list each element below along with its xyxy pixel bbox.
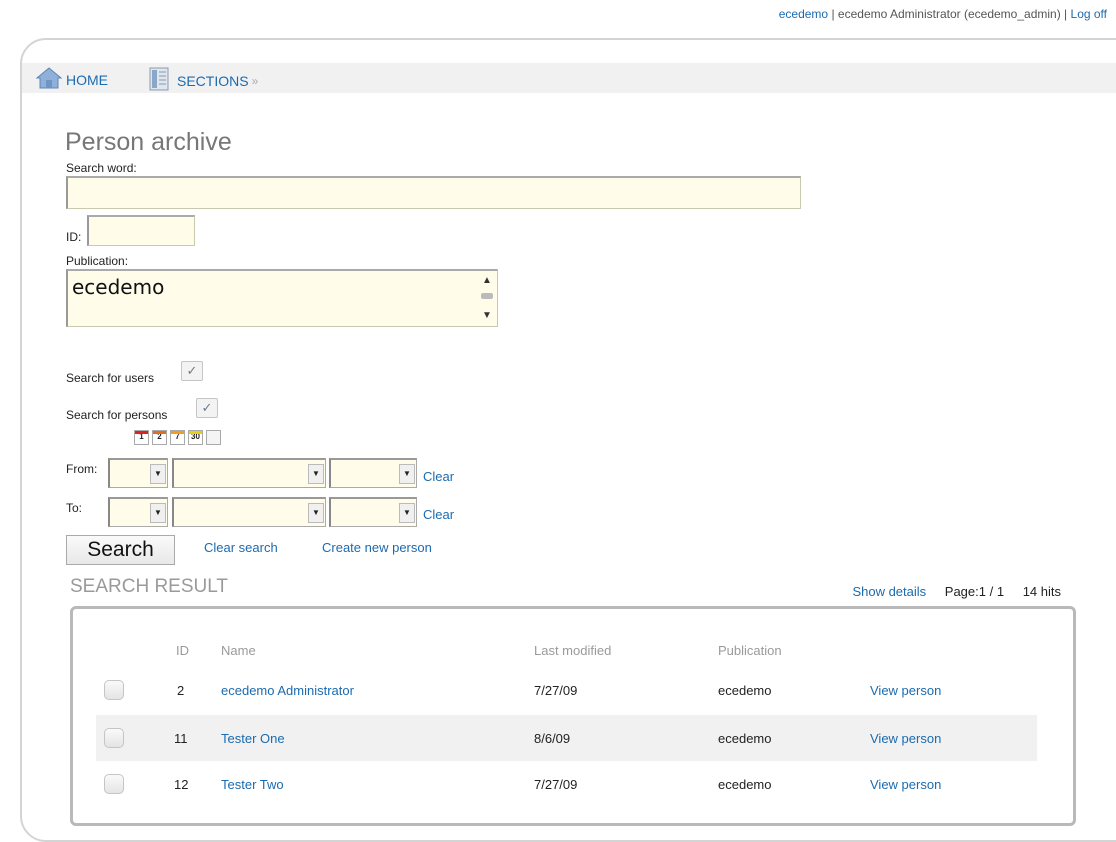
user-link[interactable]: ecedemo [779, 7, 828, 21]
clear-search-link[interactable]: Clear search [204, 540, 278, 555]
nav-sections-chevron: » [251, 74, 259, 88]
row-publication: ecedemo [718, 731, 772, 746]
search-word-label: Search word: [66, 161, 137, 175]
column-header-last-modified: Last modified [534, 643, 612, 658]
page-title: Person archive [65, 128, 232, 156]
calendar-custom-icon[interactable] [206, 430, 221, 445]
view-person-link[interactable]: View person [870, 683, 941, 698]
from-year-select[interactable]: ▼ [329, 458, 417, 488]
calendar-2-days-icon[interactable]: 2 [152, 430, 167, 445]
search-persons-checkbox[interactable]: ✓ [196, 398, 218, 418]
from-month-select[interactable]: ▼ [172, 458, 326, 488]
row-checkbox[interactable] [104, 728, 124, 748]
to-month-select[interactable]: ▼ [172, 497, 326, 527]
row-last-modified: 8/6/09 [534, 731, 571, 746]
chevron-up-icon[interactable]: ▲ [482, 276, 492, 286]
to-day-select[interactable]: ▼ [108, 497, 168, 527]
from-label: From: [66, 462, 98, 476]
row-id: 12 [174, 777, 189, 792]
row-last-modified: 7/27/09 [534, 683, 578, 698]
column-header-publication: Publication [718, 643, 782, 658]
column-header-id: ID [176, 643, 189, 658]
search-persons-label: Search for persons [66, 408, 168, 422]
calendar-7-days-icon[interactable]: 7 [170, 430, 185, 445]
publication-listbox[interactable]: ecedemo ▲ ▼ [66, 269, 498, 327]
search-users-label: Search for users [66, 371, 155, 385]
table-row: 11 Tester One 8/6/09 ecedemo View person [96, 715, 1037, 761]
row-id: 2 [177, 683, 185, 698]
from-day-select[interactable]: ▼ [108, 458, 168, 488]
dropdown-arrow-icon: ▼ [399, 503, 415, 523]
dropdown-arrow-icon: ▼ [308, 464, 324, 484]
search-users-checkbox[interactable]: ✓ [181, 361, 203, 381]
create-new-person-link[interactable]: Create new person [322, 540, 432, 555]
date-shortcuts: 1 2 7 30 [134, 430, 221, 445]
home-icon [36, 67, 62, 89]
nav-sections-label: SECTIONS [177, 73, 249, 89]
separator: | [1064, 7, 1068, 21]
scroll-thumb[interactable] [481, 293, 493, 299]
chevron-down-icon[interactable]: ▼ [482, 311, 492, 321]
to-clear-link[interactable]: Clear [423, 507, 454, 522]
table-row: 2 ecedemo Administrator 7/27/09 ecedemo … [96, 667, 1037, 713]
calendar-1-day-icon[interactable]: 1 [134, 430, 149, 445]
separator: | [831, 7, 835, 21]
row-checkbox[interactable] [104, 774, 124, 794]
nav-bar: HOME SECTIONS » [22, 63, 1116, 93]
check-icon: ✓ [201, 400, 213, 415]
search-result-title: SEARCH RESULT [70, 576, 229, 597]
logoff-link[interactable]: Log off [1071, 7, 1107, 21]
id-label: ID: [66, 230, 82, 244]
row-publication: ecedemo [718, 683, 772, 698]
row-last-modified: 7/27/09 [534, 777, 578, 792]
publication-scrollbar[interactable]: ▲ ▼ [479, 273, 495, 325]
calendar-30-days-icon[interactable]: 30 [188, 430, 203, 445]
row-name-link[interactable]: Tester Two [221, 777, 284, 792]
nav-home[interactable]: HOME [36, 67, 108, 91]
row-id: 11 [174, 731, 188, 746]
hits-count: 14 hits [1022, 584, 1061, 599]
page-info: Page:1 / 1 [944, 584, 1005, 599]
dropdown-arrow-icon: ▼ [308, 503, 324, 523]
nav-home-label: HOME [66, 72, 108, 88]
search-button[interactable]: Search [66, 535, 175, 565]
sections-icon [149, 67, 169, 91]
user-bar: ecedemo | ecedemo Administrator (ecedemo… [779, 7, 1107, 21]
row-checkbox[interactable] [104, 680, 124, 700]
check-icon: ✓ [186, 363, 198, 378]
view-person-link[interactable]: View person [870, 777, 941, 792]
result-meta: Show details Page:1 / 1 14 hits [852, 584, 1061, 599]
dropdown-arrow-icon: ▼ [399, 464, 415, 484]
dropdown-arrow-icon: ▼ [150, 503, 166, 523]
to-year-select[interactable]: ▼ [329, 497, 417, 527]
column-header-name: Name [221, 643, 256, 658]
publication-label: Publication: [66, 254, 129, 268]
user-full-name: ecedemo Administrator (ecedemo_admin) [837, 7, 1061, 21]
row-publication: ecedemo [718, 777, 772, 792]
view-person-link[interactable]: View person [870, 731, 941, 746]
row-name-link[interactable]: Tester One [221, 731, 285, 746]
search-word-input[interactable] [66, 176, 801, 209]
from-clear-link[interactable]: Clear [423, 469, 454, 484]
show-details-link[interactable]: Show details [852, 584, 926, 599]
to-label: To: [66, 501, 83, 515]
nav-sections[interactable]: SECTIONS » [149, 67, 259, 93]
publication-option-selected[interactable]: ecedemo [72, 275, 164, 299]
dropdown-arrow-icon: ▼ [150, 464, 166, 484]
id-input[interactable] [87, 215, 195, 246]
table-row: 12 Tester Two 7/27/09 ecedemo View perso… [96, 761, 1037, 807]
row-name-link[interactable]: ecedemo Administrator [221, 683, 354, 698]
